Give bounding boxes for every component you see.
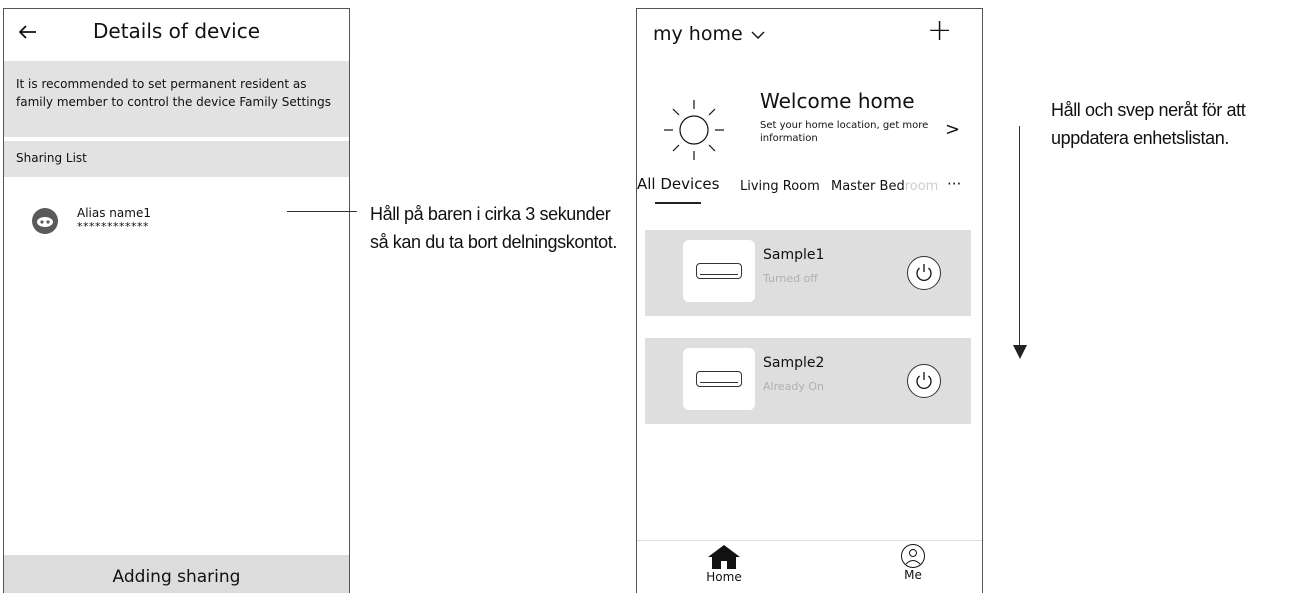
- sun-icon: [659, 95, 729, 165]
- chevron-down-icon: [751, 31, 765, 39]
- air-conditioner-icon: [696, 371, 742, 387]
- device-status: Turned off: [763, 272, 818, 285]
- add-device-icon[interactable]: +: [927, 13, 952, 48]
- device-card[interactable]: Sample2 Already On: [645, 338, 971, 424]
- power-icon[interactable]: [907, 364, 941, 398]
- device-thumbnail: [683, 240, 755, 302]
- power-icon[interactable]: [907, 256, 941, 290]
- device-details-screen: Details of device It is recommended to s…: [3, 8, 350, 593]
- bottom-navigation: Home Me: [637, 540, 982, 593]
- welcome-subtitle: Set your home location, get more informa…: [760, 120, 929, 144]
- profile-icon: [901, 544, 925, 568]
- nav-me-label: Me: [904, 568, 922, 582]
- shared-account-row[interactable]: Alias name1 ************: [4, 194, 349, 244]
- nav-home[interactable]: Home: [699, 543, 749, 584]
- home-name: my home: [653, 23, 743, 45]
- room-tabs: All Devices Living Room Master Bedroom ·…: [637, 175, 982, 215]
- welcome-title: Welcome home: [760, 89, 915, 113]
- welcome-arrow-icon[interactable]: >: [945, 119, 960, 140]
- tab-master-bedroom[interactable]: Master Bedroom: [831, 179, 938, 194]
- device-thumbnail: [683, 348, 755, 410]
- nav-me[interactable]: Me: [893, 543, 933, 582]
- device-name: Sample1: [763, 247, 825, 263]
- device-name: Sample2: [763, 355, 825, 371]
- tab-living-room[interactable]: Living Room: [740, 179, 820, 194]
- tab-master-label: Master Bed: [831, 179, 905, 194]
- swipe-down-instruction: Håll och svep neråt för att uppdatera en…: [1051, 100, 1246, 148]
- shared-account-masked: ************: [77, 220, 149, 233]
- home-screen: my home + Welcome home Set your home loc…: [636, 8, 983, 593]
- air-conditioner-icon: [696, 263, 742, 279]
- hold-bar-instruction: Håll på baren i cirka 3 sekunder så kan …: [370, 204, 617, 252]
- active-tab-underline: [655, 202, 701, 204]
- header: Details of device: [4, 9, 349, 59]
- page-title: Details of device: [92, 19, 261, 43]
- device-status: Already On: [763, 380, 824, 393]
- adding-sharing-button[interactable]: Adding sharing: [4, 555, 349, 593]
- more-tabs-icon[interactable]: ···: [947, 175, 961, 193]
- user-avatar-icon: [32, 208, 58, 234]
- swipe-down-arrow-line: [1019, 126, 1020, 348]
- swipe-down-arrow-icon: [1013, 345, 1027, 359]
- device-card[interactable]: Sample1 Turned off: [645, 230, 971, 316]
- tab-all-devices[interactable]: All Devices: [637, 175, 719, 193]
- nav-home-label: Home: [706, 570, 742, 584]
- home-selector[interactable]: my home: [653, 23, 765, 45]
- annotation-connector-line: [287, 211, 357, 212]
- home-icon: [708, 545, 740, 569]
- shared-alias-name: Alias name1: [77, 206, 151, 220]
- sharing-list-header: Sharing List: [4, 141, 349, 177]
- family-settings-notice[interactable]: It is recommended to set permanent resid…: [4, 61, 349, 137]
- tab-master-faded: room: [904, 179, 939, 194]
